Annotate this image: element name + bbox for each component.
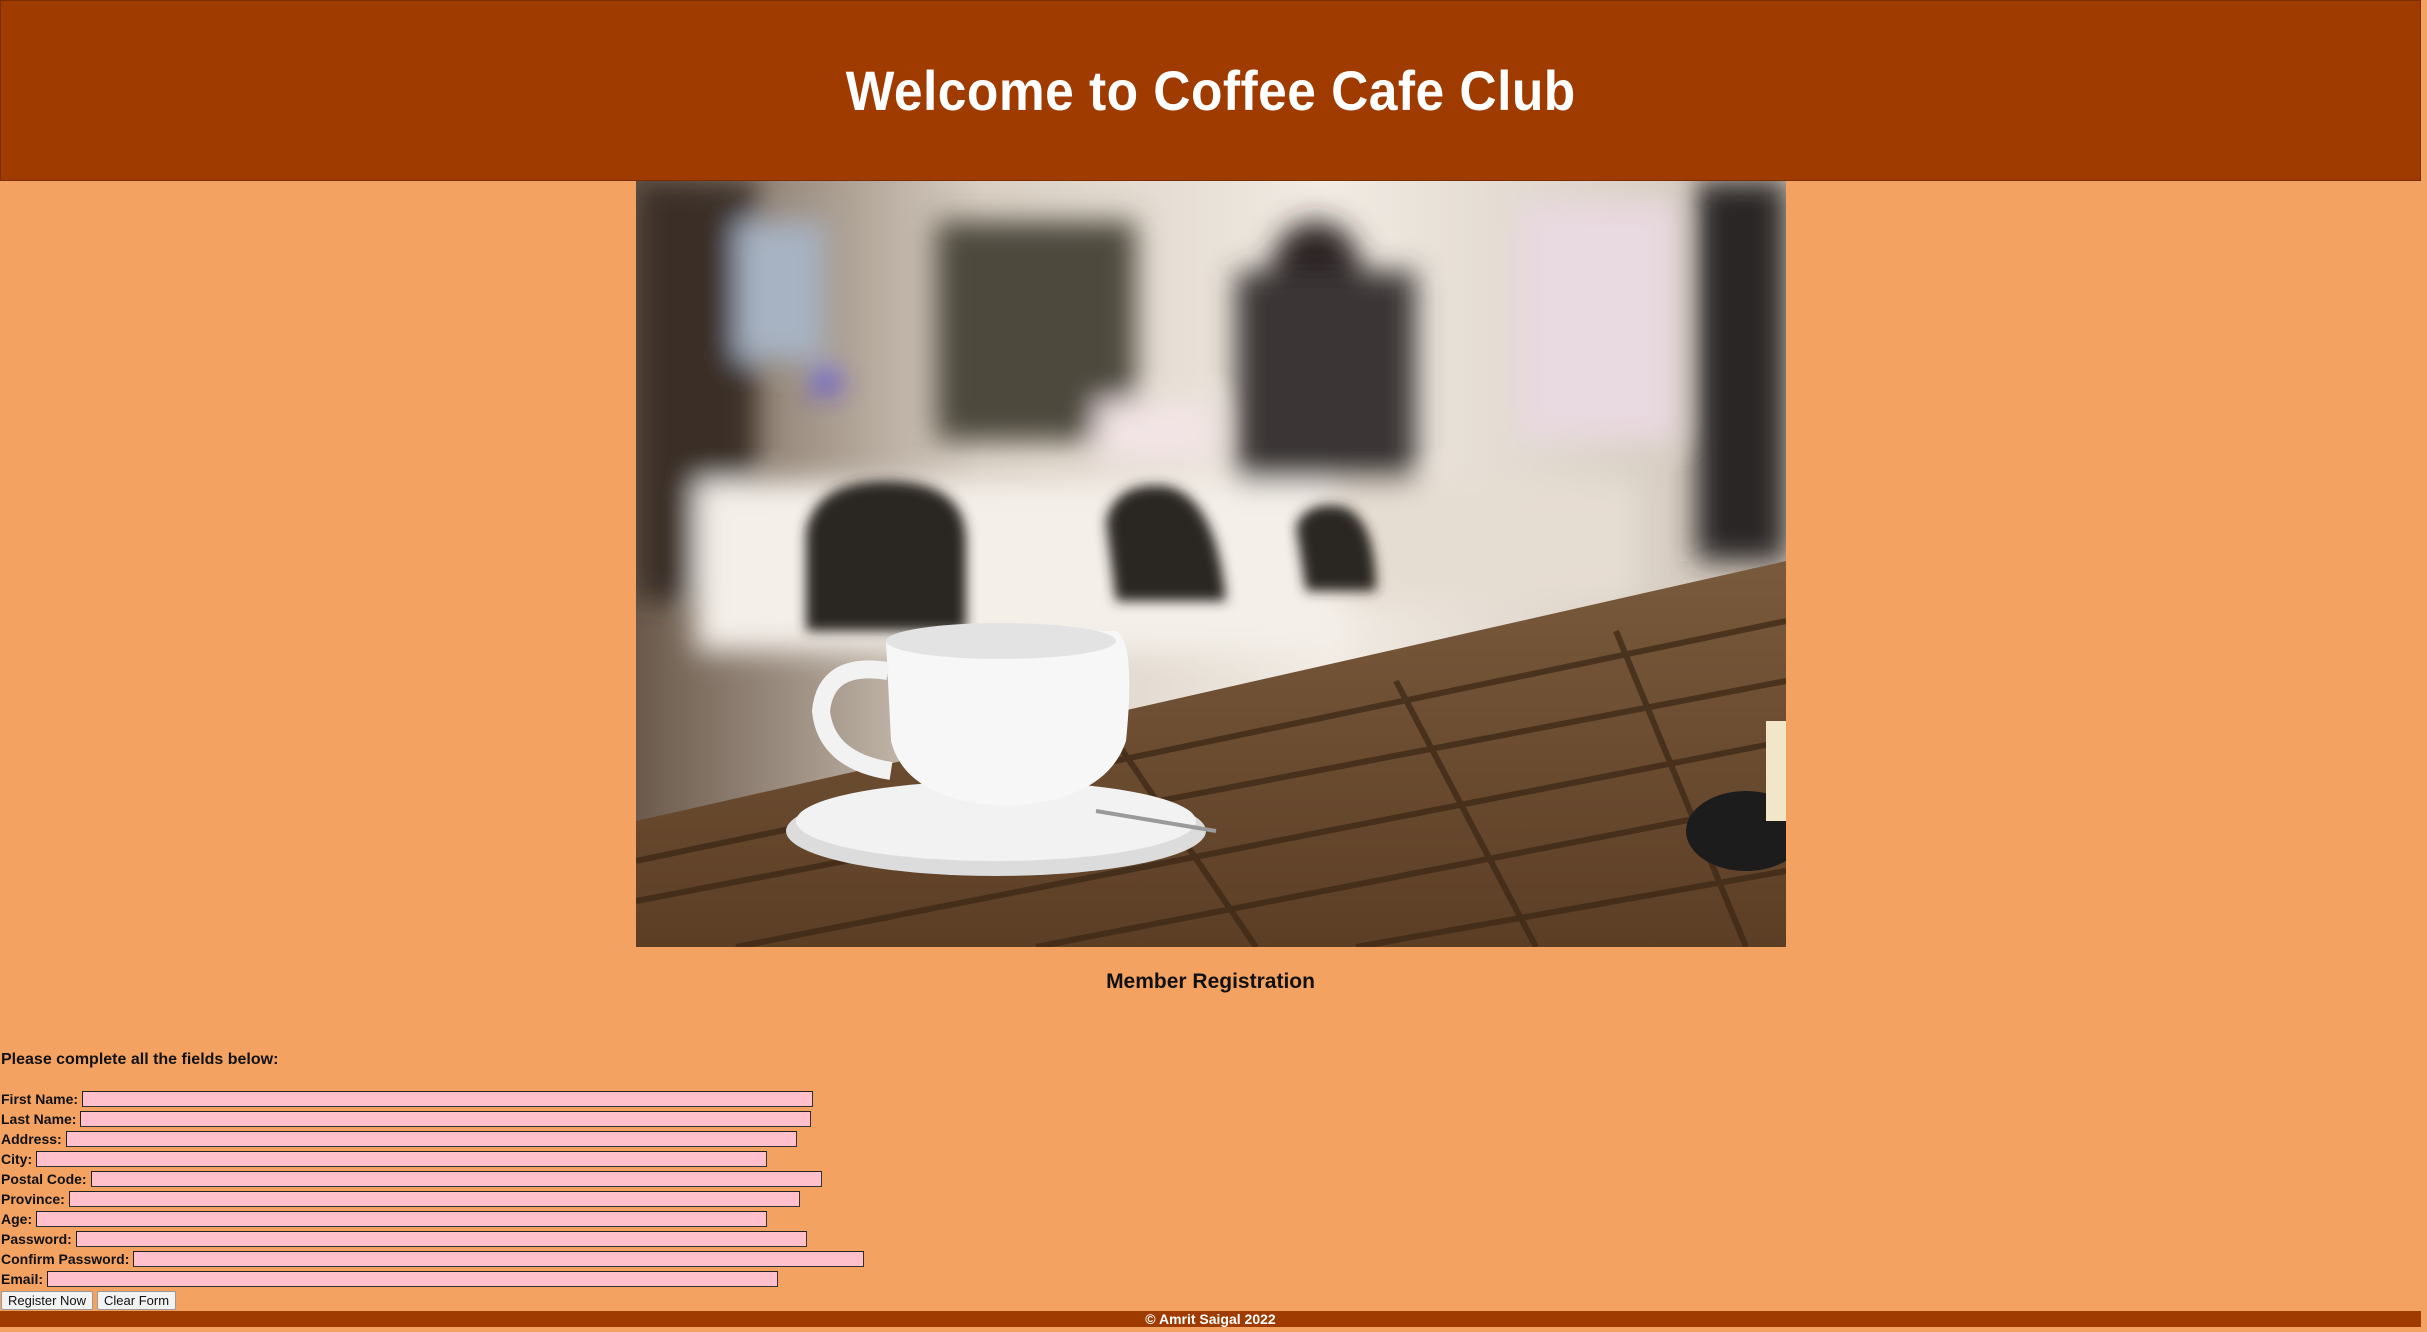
password-input[interactable] <box>75 1231 807 1247</box>
registration-title: Member Registration <box>1106 970 1315 993</box>
age-row: Age: <box>1 1209 864 1229</box>
province-row: Province: <box>1 1189 864 1209</box>
password-label: Password: <box>1 1231 72 1247</box>
email-label: Email: <box>1 1271 44 1287</box>
address-row: Address: <box>1 1129 864 1149</box>
email-row: Email: <box>1 1269 864 1289</box>
postal-code-row: Postal Code: <box>1 1169 864 1189</box>
address-input[interactable] <box>65 1131 797 1147</box>
province-input[interactable] <box>68 1191 800 1207</box>
age-label: Age: <box>1 1211 33 1227</box>
last-name-label: Last Name: <box>1 1111 77 1127</box>
site-header: Welcome to Coffee Cafe Club <box>0 0 2421 181</box>
registration-form: First Name: Last Name: Address: City: Po… <box>1 1089 865 1310</box>
first-name-row: First Name: <box>1 1089 864 1109</box>
form-buttons: Register Now Clear Form <box>1 1291 864 1310</box>
postal-code-input[interactable] <box>90 1171 822 1187</box>
city-label: City: <box>1 1151 33 1167</box>
site-footer: © Amrit Saigal 2022 <box>0 1311 2421 1327</box>
postal-code-label: Postal Code: <box>1 1171 87 1187</box>
form-instructions: Please complete all the fields below: <box>1 1051 279 1068</box>
last-name-input[interactable] <box>80 1111 812 1127</box>
cafe-hero-image <box>636 181 1786 947</box>
address-label: Address: <box>1 1131 62 1147</box>
confirm-password-input[interactable] <box>133 1251 865 1267</box>
confirm-password-row: Confirm Password: <box>1 1249 865 1269</box>
first-name-input[interactable] <box>82 1091 814 1107</box>
page-title: Welcome to Coffee Cafe Club <box>845 59 1576 122</box>
city-input[interactable] <box>36 1151 768 1167</box>
first-name-label: First Name: <box>1 1091 79 1107</box>
clear-form-button[interactable]: Clear Form <box>97 1291 177 1310</box>
email-input[interactable] <box>47 1271 779 1287</box>
city-row: City: <box>1 1149 864 1169</box>
register-now-button[interactable]: Register Now <box>1 1291 94 1310</box>
last-name-row: Last Name: <box>1 1109 864 1129</box>
province-label: Province: <box>1 1191 65 1207</box>
confirm-password-label: Confirm Password: <box>1 1251 130 1267</box>
password-row: Password: <box>1 1229 864 1249</box>
age-input[interactable] <box>36 1211 768 1227</box>
